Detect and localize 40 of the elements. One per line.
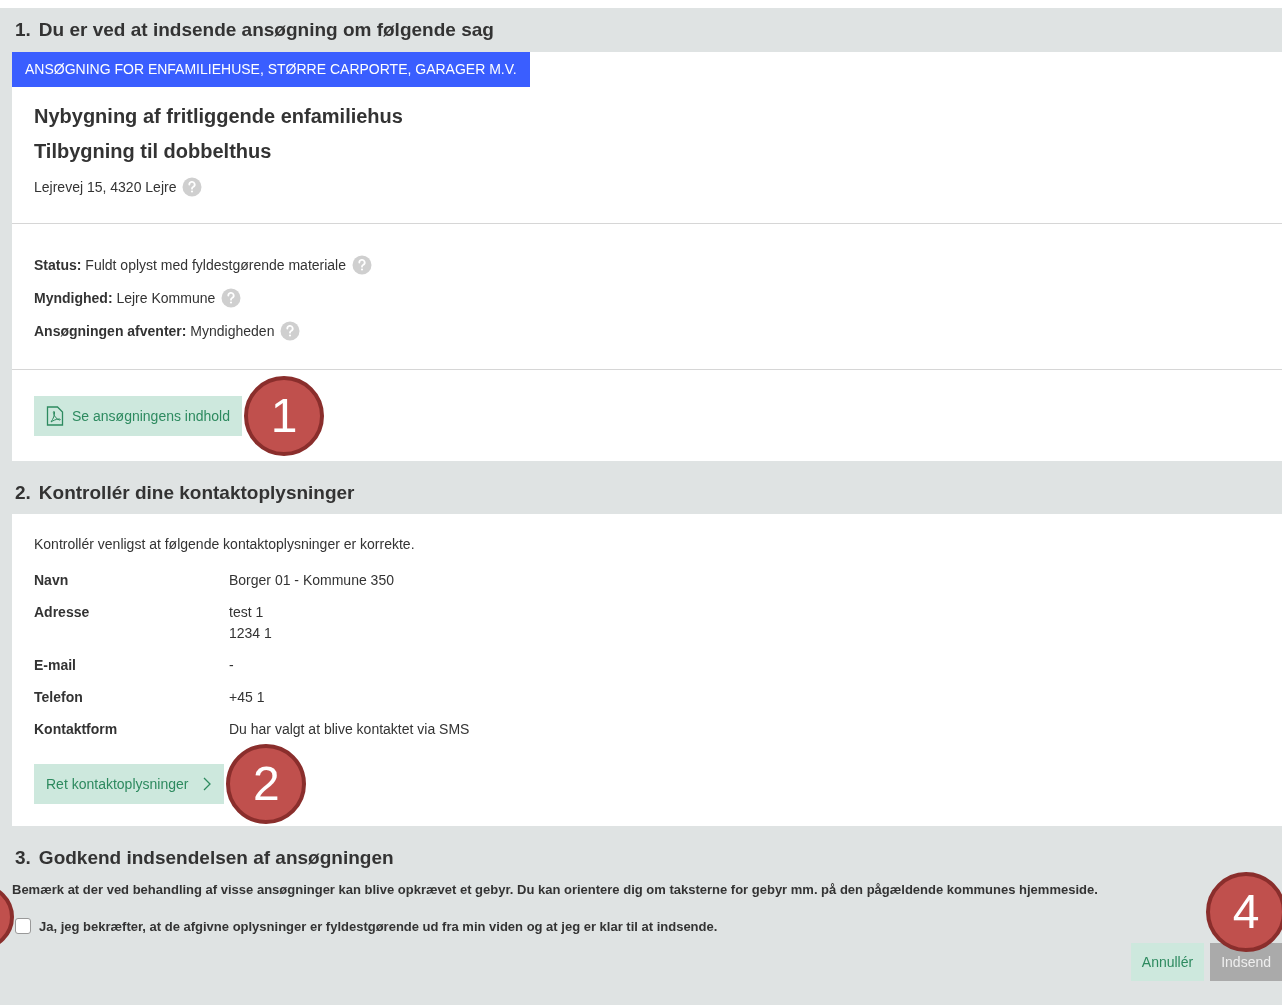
edit-contact-button[interactable]: Ret kontaktoplysninger xyxy=(34,764,225,804)
section-number: 2. xyxy=(15,481,31,504)
field-label: Kontaktform xyxy=(34,720,119,739)
help-icon[interactable] xyxy=(221,287,242,308)
confirm-label: Ja, jeg bekræfter, at de afgivne oplysninger er fyldestgørende ud fra min viden og at jeg er klar til at indsende. xyxy=(39,918,718,934)
cancel-button[interactable]: Annullér xyxy=(1130,943,1205,981)
section-title: Godkend indsendelsen af ansøgningen xyxy=(38,847,394,869)
section-title: Du er ved at indsende ansøgning om følgende sag xyxy=(38,19,494,41)
callout-badge: 1 xyxy=(244,376,324,456)
callout-badge: 2 xyxy=(226,744,307,824)
confirm-checkbox[interactable] xyxy=(15,918,31,934)
help-icon[interactable] xyxy=(352,254,373,275)
help-icon[interactable] xyxy=(280,320,301,341)
section-number: 1. xyxy=(15,19,31,41)
field-label: Navn xyxy=(34,571,70,590)
chevron-right-icon xyxy=(202,777,213,791)
pdf-icon xyxy=(46,406,64,426)
field-label: E-mail xyxy=(34,656,77,675)
view-content-button[interactable]: Se ansøgningens indhold xyxy=(34,396,242,436)
case-heading: Nybygning af fritliggende enfamiliehus xyxy=(34,104,404,129)
fact-text: Myndighed: Lejre Kommune xyxy=(34,289,216,306)
fee-note: Bemærk at der ved behandling af visse ansøgninger kan blive opkrævet et gebyr. Du kan orientere dig om taksterne for gebyr mm. på den pågældende kommunes hjemmeside. xyxy=(11,881,1099,899)
field-label: Adresse xyxy=(34,603,91,622)
field-value: - xyxy=(229,656,235,675)
category-tag: ANSØGNING FOR ENFAMILIEHUSE, STØRRE CARPORTE, GARAGER M.V. xyxy=(12,52,530,87)
field-value: 1234 1 xyxy=(229,624,273,643)
case-heading: Tilbygning til dobbelthus xyxy=(34,139,273,164)
section-number: 3. xyxy=(15,847,31,869)
fact-text: Status: Fuldt oplyst med fyldestgørende materiale xyxy=(34,256,347,273)
field-value: Borger 01 - Kommune 350 xyxy=(229,571,395,590)
address-text: Lejrevej 15, 4320 Lejre xyxy=(34,179,177,195)
field-value: Du har valgt at blive kontaktet via SMS xyxy=(229,720,471,739)
fact-text: Ansøgningen afventer: Myndigheden xyxy=(34,322,275,339)
field-value: test 1 xyxy=(229,603,265,622)
field-label: Telefon xyxy=(34,688,84,707)
intro-text: Kontrollér venligst at følgende kontaktoplysninger er korrekte. xyxy=(34,536,416,554)
field-value: +45 1 xyxy=(229,688,266,707)
help-icon[interactable] xyxy=(182,177,203,197)
section-title: Kontrollér dine kontaktoplysninger xyxy=(38,481,355,504)
callout-badge: 4 xyxy=(1206,872,1282,952)
